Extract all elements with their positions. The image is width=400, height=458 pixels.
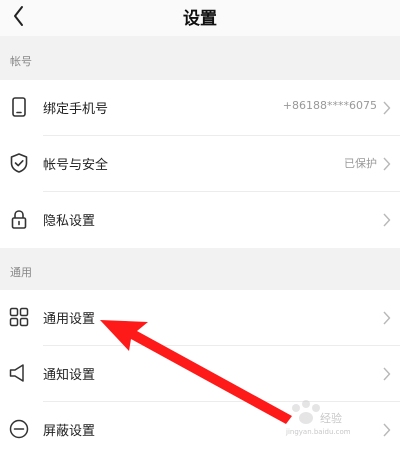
list-item-bind-phone[interactable]: 绑定手机号 +86188****6075 <box>0 80 400 136</box>
list-item-label: 隐私设置 <box>43 214 96 229</box>
chevron-right-icon <box>382 157 391 171</box>
list-item-account-security[interactable]: 帐号与安全 已保护 <box>0 136 400 192</box>
chevron-right-icon <box>382 311 391 325</box>
block-icon <box>8 418 30 440</box>
list-item-label: 通知设置 <box>43 368 96 383</box>
shield-icon <box>8 152 30 174</box>
watermark-url: jingyan.baidu.com <box>286 428 351 436</box>
section-header-account: 帐号 <box>0 36 400 80</box>
section-header-general: 通用 <box>0 248 400 290</box>
security-status-value: 已保护 <box>344 157 377 170</box>
phone-icon <box>8 96 30 118</box>
grid-icon <box>8 306 30 328</box>
section-title: 帐号 <box>10 55 32 68</box>
list-item-general-settings[interactable]: 通用设置 <box>0 290 400 346</box>
list-item-label: 帐号与安全 <box>43 158 109 173</box>
section-title: 通用 <box>10 266 32 279</box>
watermark-text: 经验 <box>320 412 342 425</box>
list-item-label: 绑定手机号 <box>43 102 109 117</box>
chevron-right-icon <box>382 213 391 227</box>
page-title: 设置 <box>183 9 217 29</box>
lock-icon <box>8 208 30 230</box>
list-item-privacy-settings[interactable]: 隐私设置 <box>0 192 400 248</box>
phone-number-value: +86188****6075 <box>282 99 377 112</box>
chevron-right-icon <box>382 367 391 381</box>
list-item-label: 通用设置 <box>43 312 96 327</box>
top-bar: 设置 <box>0 0 400 36</box>
speaker-icon <box>8 362 30 384</box>
chevron-right-icon <box>382 101 391 115</box>
list-item-label: 屏蔽设置 <box>43 424 96 439</box>
